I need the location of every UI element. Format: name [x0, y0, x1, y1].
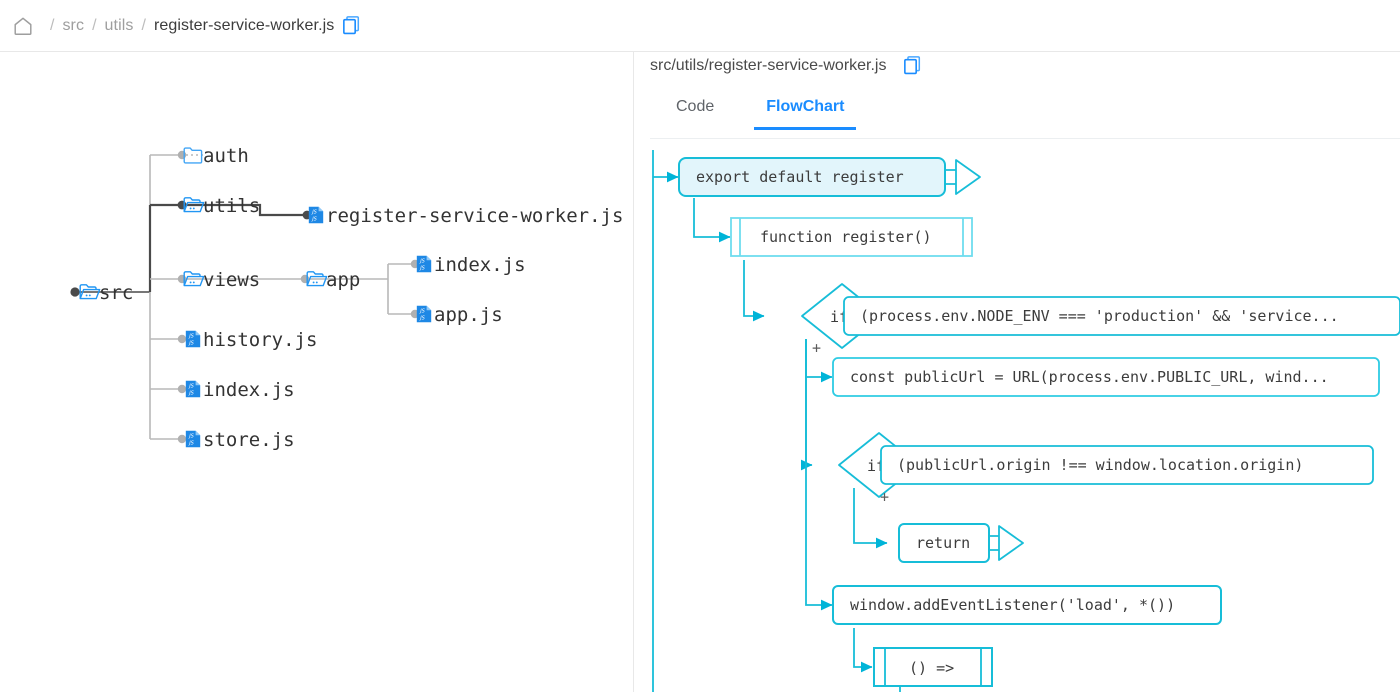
breadcrumb-item-utils[interactable]: utils [105, 17, 134, 35]
tree-label-register-service-worker[interactable]: register-service-worker.js [326, 205, 623, 227]
detail-pane: src/utils/register-service-worker.js Cod… [634, 52, 1400, 692]
flow-terminator-arrow [955, 159, 981, 195]
tab-code[interactable]: Code [650, 90, 740, 130]
flow-condition-label: (process.env.NODE_ENV === 'production' &… [860, 307, 1339, 325]
copy-icon[interactable] [334, 16, 360, 35]
tree-label-app-index[interactable]: index.js [434, 254, 526, 276]
flow-node-const-publicurl[interactable]: const publicUrl = URL(process.env.PUBLIC… [832, 357, 1380, 397]
home-icon[interactable] [12, 15, 42, 37]
js-file-icon [308, 206, 324, 224]
tree-label-app-app[interactable]: app.js [434, 304, 503, 326]
js-file-icon [185, 380, 201, 398]
tree-node-dot-auth[interactable] [177, 150, 187, 160]
flow-node-label: return [916, 534, 970, 552]
breadcrumb-separator-1: / [50, 16, 55, 34]
flow-node-add-event-listener[interactable]: window.addEventListener('load', *()) [832, 585, 1222, 625]
tree-label-history[interactable]: history.js [203, 329, 317, 351]
tree-label-views[interactable]: views [203, 269, 260, 291]
breadcrumb-item-file[interactable]: register-service-worker.js [154, 17, 334, 35]
flow-edge-if1-to-if2 [800, 339, 813, 471]
js-file-icon [185, 330, 201, 348]
file-tree-pane: JS JS [0, 52, 633, 692]
app-root: / src / utils / register-service-worker.… [0, 0, 1400, 692]
tree-label-store[interactable]: store.js [203, 429, 295, 451]
flowchart-graph[interactable]: export default register function registe… [634, 140, 1400, 692]
flow-terminator-arrow [998, 525, 1024, 561]
tree-label-auth[interactable]: auth [203, 145, 249, 167]
flow-node-if-1-condition[interactable]: (process.env.NODE_ENV === 'production' &… [843, 296, 1400, 336]
breadcrumb-separator-3: / [141, 16, 146, 34]
breadcrumb: / src / utils / register-service-worker.… [0, 0, 1400, 52]
copy-icon[interactable] [895, 56, 921, 75]
breadcrumb-separator-2: / [92, 16, 97, 34]
tree-label-utils[interactable]: utils [203, 195, 260, 217]
js-file-icon [416, 255, 432, 273]
flow-node-return[interactable]: return [898, 523, 1024, 563]
flow-node-export-connector [945, 169, 956, 185]
flow-branch-marker-2: + [880, 488, 889, 506]
breadcrumb-item-src[interactable]: src [62, 17, 84, 35]
js-file-icon [185, 430, 201, 448]
flow-edge-listener-to-arrowfn [853, 628, 873, 673]
flow-node-label: () => [909, 659, 954, 677]
flow-condition-label: (publicUrl.origin !== window.location.or… [897, 456, 1303, 474]
flow-node-label: function register() [760, 228, 932, 246]
file-path-row: src/utils/register-service-worker.js [650, 56, 921, 75]
flow-edge-if1-to-addlistener [805, 339, 833, 611]
flow-node-label: const publicUrl = URL(process.env.PUBLIC… [850, 368, 1329, 386]
flow-node-export-default-register[interactable]: export default register [678, 157, 981, 197]
file-tree-graph[interactable]: JS JS [0, 52, 633, 692]
tree-label-index[interactable]: index.js [203, 379, 295, 401]
flowchart-canvas[interactable]: export default register function registe… [634, 140, 1400, 692]
tab-flowchart[interactable]: FlowChart [740, 90, 870, 130]
flow-node-arrow-function[interactable]: () => [873, 647, 993, 692]
flow-edge-export-to-function [693, 198, 731, 243]
tree-node-dot-history[interactable] [177, 334, 187, 344]
flow-edge-function-to-if1 [743, 260, 765, 322]
flow-branch-marker-1: + [812, 339, 821, 357]
flow-node-if-2-condition[interactable]: (publicUrl.origin !== window.location.or… [880, 445, 1374, 485]
js-file-icon [416, 305, 432, 323]
tab-underline [650, 138, 1400, 139]
tree-node-dot-src[interactable] [70, 287, 80, 297]
tree-node-dot-index[interactable] [177, 384, 187, 394]
flow-node-function-register[interactable]: function register() [730, 217, 973, 257]
tree-node-dot-store[interactable] [177, 434, 187, 444]
tab-bar: Code FlowChart [650, 90, 1400, 140]
flow-node-label: window.addEventListener('load', *()) [850, 596, 1175, 614]
flow-node-label: export default register [696, 168, 904, 186]
tree-label-src[interactable]: src [99, 282, 133, 304]
tree-label-app[interactable]: app [326, 269, 360, 291]
file-path-label: src/utils/register-service-worker.js [650, 56, 887, 74]
